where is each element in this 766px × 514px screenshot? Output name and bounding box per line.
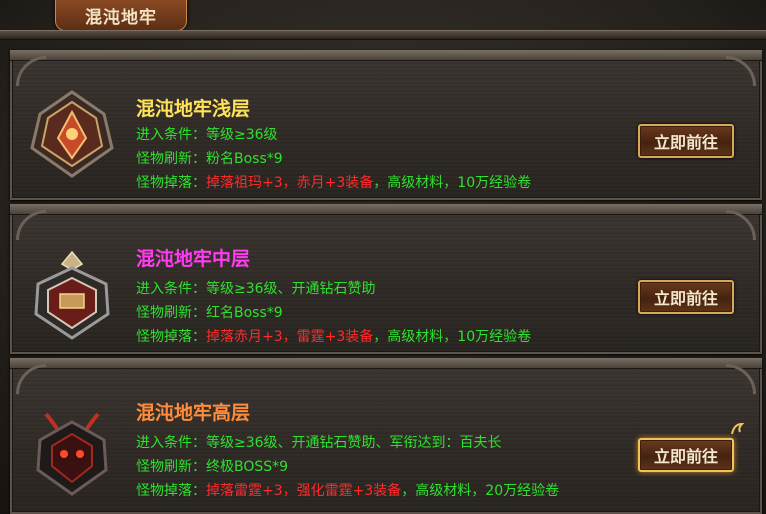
- drop-label: 怪物掉落：: [136, 329, 206, 345]
- monster-refresh: 怪物刷新：粉名Boss*9: [136, 148, 283, 168]
- ornament-corner-icon: [696, 364, 756, 424]
- ornament-corner-icon: [696, 210, 756, 270]
- go-now-button[interactable]: 立即前往: [638, 124, 734, 158]
- drop-green: ，高级材料，10万经验卷: [373, 329, 532, 345]
- refresh-value: 粉名Boss*9: [206, 151, 283, 167]
- dungeon-window: 混沌地牢 混沌地牢浅层 进入条件：等级≥36级 怪物刷新：粉名Boss*9 怪物…: [0, 0, 766, 514]
- monster-refresh: 怪物刷新：红名Boss*9: [136, 302, 283, 322]
- entry-requirement: 进入条件：等级≥36级: [136, 124, 278, 144]
- window-title-tab: 混沌地牢: [55, 0, 187, 31]
- refresh-value: 终极BOSS*9: [206, 459, 289, 475]
- go-now-button[interactable]: 立即前往: [638, 438, 734, 472]
- refresh-label: 怪物刷新：: [136, 305, 206, 321]
- silver-crown-crest-icon: [34, 250, 110, 340]
- monster-drop: 怪物掉落：掉落雷霆+3，强化雷霆+3装备，高级材料，20万经验卷: [136, 480, 559, 500]
- monster-refresh: 怪物刷新：终极BOSS*9: [136, 456, 288, 476]
- window-title: 混沌地牢: [85, 7, 157, 28]
- monster-drop: 怪物掉落：掉落赤月+3，雷霆+3装备，高级材料，10万经验卷: [136, 326, 531, 346]
- drop-green: ，高级材料，20万经验卷: [401, 483, 560, 499]
- bronze-wing-crest-icon: [30, 90, 114, 178]
- go-now-button[interactable]: 立即前往: [638, 280, 734, 314]
- refresh-value: 红名Boss*9: [206, 305, 283, 321]
- floor-panel-shallow: 混沌地牢浅层 进入条件：等级≥36级 怪物刷新：粉名Boss*9 怪物掉落：掉落…: [10, 50, 762, 200]
- ornament-corner-icon: [696, 56, 756, 116]
- req-value: 等级≥36级、开通钻石赞助、军衔达到：百夫长: [206, 435, 502, 451]
- drop-red: 掉落雷霆+3，强化雷霆+3装备: [206, 483, 402, 499]
- refresh-label: 怪物刷新：: [136, 459, 206, 475]
- floor-title: 混沌地牢中层: [136, 248, 251, 270]
- drop-red: 掉落赤月+3，雷霆+3装备: [206, 329, 374, 345]
- dragon-ornament-icon: [731, 422, 744, 435]
- entry-requirement: 进入条件：等级≥36级、开通钻石赞助、军衔达到：百夫长: [136, 432, 502, 452]
- req-label: 进入条件：: [136, 435, 206, 451]
- floor-title: 混沌地牢浅层: [136, 98, 251, 120]
- floor-panel-middle: 混沌地牢中层 进入条件：等级≥36级、开通钻石赞助 怪物刷新：红名Boss*9 …: [10, 204, 762, 354]
- floor-title: 混沌地牢高层: [136, 402, 251, 424]
- req-value: 等级≥36级、开通钻石赞助: [206, 281, 376, 297]
- top-rail: [0, 30, 766, 40]
- req-label: 进入条件：: [136, 127, 206, 143]
- drop-label: 怪物掉落：: [136, 175, 206, 191]
- drop-label: 怪物掉落：: [136, 483, 206, 499]
- entry-requirement: 进入条件：等级≥36级、开通钻石赞助: [136, 278, 376, 298]
- floor-panel-high: 混沌地牢高层 进入条件：等级≥36级、开通钻石赞助、军衔达到：百夫长 怪物刷新：…: [10, 358, 762, 514]
- drop-green: ，高级材料，10万经验卷: [373, 175, 532, 191]
- refresh-label: 怪物刷新：: [136, 151, 206, 167]
- req-label: 进入条件：: [136, 281, 206, 297]
- monster-drop: 怪物掉落：掉落祖玛+3，赤月+3装备，高级材料，10万经验卷: [136, 172, 531, 192]
- req-value: 等级≥36级: [206, 127, 278, 143]
- drop-red: 掉落祖玛+3，赤月+3装备: [206, 175, 374, 191]
- dark-demon-crest-icon: [36, 412, 108, 496]
